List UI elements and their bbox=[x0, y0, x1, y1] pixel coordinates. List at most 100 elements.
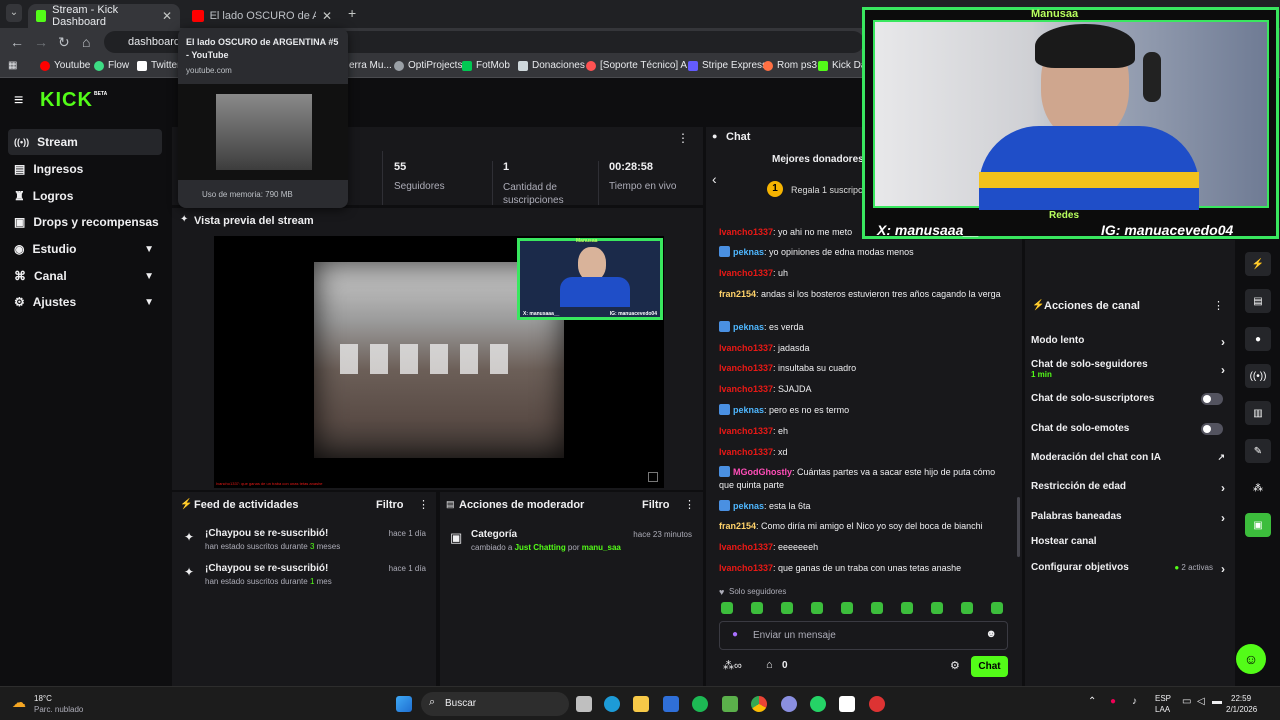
action-palabras-baneadas[interactable]: Palabras baneadas › bbox=[1031, 511, 1231, 525]
support-bubble-icon[interactable]: ☺ bbox=[1236, 644, 1266, 674]
tray-chevron-icon[interactable]: ⌃ bbox=[1088, 696, 1096, 707]
lang-label[interactable]: ESP bbox=[1155, 694, 1171, 703]
rail-chat-icon[interactable]: ● bbox=[1245, 327, 1271, 351]
chat-prev-icon[interactable]: ‹ bbox=[712, 171, 717, 187]
action-configurar-objetivos[interactable]: Configurar objetivos ● 2 activas › bbox=[1031, 562, 1231, 576]
action-hostear-canal[interactable]: Hostear canal bbox=[1031, 536, 1231, 547]
chat-username[interactable]: Ivancho1337 bbox=[719, 447, 773, 457]
clock-date[interactable]: 2/1/2026 bbox=[1226, 705, 1257, 714]
rail-clipboard-icon[interactable]: ▤ bbox=[1245, 289, 1271, 313]
tab-close-icon[interactable]: ✕ bbox=[322, 9, 332, 23]
chat-username[interactable]: MGodGhostly bbox=[733, 467, 792, 477]
kick-logo[interactable]: KICK bbox=[40, 89, 93, 112]
emote-icon[interactable] bbox=[931, 602, 943, 614]
sidebar-item-ingresos[interactable]: ▤ Ingresos bbox=[8, 156, 162, 182]
bookmark-twitter[interactable]: Twitter bbox=[137, 60, 180, 71]
action-solo-seguidores[interactable]: Chat de solo-seguidores 1 min › bbox=[1031, 359, 1231, 379]
rail-users-icon[interactable]: ⁂ bbox=[1245, 476, 1271, 500]
bookmark-romps3[interactable]: Rom ps3 bbox=[763, 60, 817, 71]
chat-username[interactable]: fran2154 bbox=[719, 521, 756, 531]
task-view-icon[interactable] bbox=[576, 696, 592, 712]
spotify-icon[interactable] bbox=[692, 696, 708, 712]
home-icon[interactable]: ⌂ bbox=[82, 34, 90, 50]
tab-close-icon[interactable]: ✕ bbox=[162, 9, 172, 23]
app-icon[interactable] bbox=[869, 696, 885, 712]
sidebar-item-ajustes[interactable]: ⚙ Ajustes ▼ bbox=[8, 289, 162, 315]
bookmark-soporte[interactable]: [Soporte Técnico] A... bbox=[586, 60, 695, 71]
tray-volume-icon[interactable]: ◁ bbox=[1197, 696, 1205, 707]
emote-icon[interactable] bbox=[721, 602, 733, 614]
chat-username[interactable]: Ivancho1337 bbox=[719, 384, 773, 394]
emote-icon[interactable] bbox=[991, 602, 1003, 614]
capcut-icon[interactable] bbox=[839, 696, 855, 712]
rail-wrench-icon[interactable]: ✎ bbox=[1245, 439, 1271, 463]
chrome-icon[interactable] bbox=[751, 696, 767, 712]
menu-hamburger-icon[interactable]: ≡ bbox=[14, 92, 23, 110]
action-restriccion-edad[interactable]: Restricción de edad › bbox=[1031, 481, 1231, 495]
chat-username[interactable]: Ivancho1337 bbox=[719, 227, 773, 237]
action-solo-suscriptores[interactable]: Chat de solo-suscriptores bbox=[1031, 393, 1231, 405]
chat-username[interactable]: peknas bbox=[733, 247, 764, 257]
discord-icon[interactable] bbox=[781, 696, 797, 712]
sidebar-item-logros[interactable]: ♜ Logros bbox=[8, 183, 162, 209]
chat-username[interactable]: Ivancho1337 bbox=[719, 343, 773, 353]
emote-icon[interactable] bbox=[781, 602, 793, 614]
emote-icon[interactable] bbox=[751, 602, 763, 614]
emote-icon[interactable] bbox=[871, 602, 883, 614]
sidebar-item-stream[interactable]: ((•)) Stream bbox=[8, 129, 162, 155]
mod-more-icon[interactable]: ⋮ bbox=[684, 498, 695, 511]
rail-green-app-icon[interactable]: ▣ bbox=[1245, 513, 1271, 537]
chat-username[interactable]: Ivancho1337 bbox=[719, 363, 773, 373]
back-icon[interactable]: ← bbox=[10, 34, 24, 50]
chat-username[interactable]: Ivancho1337 bbox=[719, 426, 773, 436]
chat-username[interactable]: fran2154 bbox=[719, 289, 756, 299]
chat-scrollbar[interactable] bbox=[1017, 497, 1020, 557]
action-solo-emotes[interactable]: Chat de solo-emotes bbox=[1031, 423, 1231, 435]
action-moderacion-ia[interactable]: Moderación del chat con IA ↗ bbox=[1031, 452, 1231, 463]
new-tab-icon[interactable]: + bbox=[348, 5, 356, 21]
feed-filter-button[interactable]: Filtro bbox=[376, 499, 404, 511]
sidebar-item-drops[interactable]: ▣ Drops y recompensas bbox=[8, 209, 162, 235]
bookmark-flow[interactable]: Flow bbox=[94, 60, 129, 71]
bookmark-fotmob[interactable]: FotMob bbox=[462, 60, 510, 71]
edge-icon[interactable] bbox=[604, 696, 620, 712]
feed-more-icon[interactable]: ⋮ bbox=[418, 498, 429, 511]
stream-player[interactable]: Manusaa X: manusaaa__ IG: manuacevedo04 … bbox=[214, 236, 664, 488]
chat-username[interactable]: peknas bbox=[733, 501, 764, 511]
tray-wifi-icon[interactable]: ▭ bbox=[1182, 696, 1191, 707]
rail-broadcast-icon[interactable]: ((•)) bbox=[1245, 364, 1271, 388]
windows-start-icon[interactable] bbox=[396, 696, 412, 712]
send-chat-button[interactable]: Chat bbox=[971, 656, 1008, 677]
emote-icon[interactable] bbox=[901, 602, 913, 614]
chat-username[interactable]: Ivancho1337 bbox=[719, 563, 773, 573]
channel-actions-more-icon[interactable]: ⋮ bbox=[1213, 299, 1224, 312]
chat-username[interactable]: Ivancho1337 bbox=[719, 542, 773, 552]
rail-list-icon[interactable]: ▥ bbox=[1245, 401, 1271, 425]
clock-time[interactable]: 22:59 bbox=[1231, 694, 1251, 703]
minecraft-icon[interactable] bbox=[722, 696, 738, 712]
chat-username[interactable]: peknas bbox=[733, 405, 764, 415]
reload-icon[interactable]: ↻ bbox=[58, 34, 70, 51]
whatsapp-icon[interactable] bbox=[810, 696, 826, 712]
chat-input[interactable]: ● Enviar un mensaje ☻ bbox=[719, 621, 1008, 650]
action-modo-lento[interactable]: Modo lento › bbox=[1031, 335, 1231, 349]
tray-battery-icon[interactable]: ▬ bbox=[1212, 696, 1222, 707]
taskbar-search[interactable]: ⌕ Buscar bbox=[421, 692, 569, 716]
toggle-switch[interactable] bbox=[1201, 393, 1223, 405]
bookmark-youtube[interactable]: Youtube bbox=[40, 60, 90, 71]
users-infinity-icon[interactable]: ⁂∞ bbox=[723, 659, 742, 672]
tab-kick-dashboard[interactable]: Stream - Kick Dashboard ✕ bbox=[28, 4, 180, 28]
tab-youtube[interactable]: El lado OSCURO de ARGENTINA ✕ bbox=[184, 4, 340, 28]
bookmark-stripe[interactable]: Stripe Express bbox=[688, 60, 767, 71]
store-icon[interactable]: ⌂ bbox=[766, 659, 773, 671]
emote-icon[interactable] bbox=[811, 602, 823, 614]
store-app-icon[interactable] bbox=[663, 696, 679, 712]
toggle-switch[interactable] bbox=[1201, 423, 1223, 435]
chat-settings-icon[interactable]: ⚙ bbox=[950, 659, 960, 672]
file-explorer-icon[interactable] bbox=[633, 696, 649, 712]
lang-label-2[interactable]: LAA bbox=[1155, 705, 1170, 714]
tab-list-chevron-icon[interactable]: ⌄ bbox=[6, 4, 22, 22]
chat-username[interactable]: Ivancho1337 bbox=[719, 268, 773, 278]
bookmark-donaciones[interactable]: Donaciones bbox=[518, 60, 585, 71]
emoji-icon[interactable]: ☻ bbox=[985, 628, 997, 640]
